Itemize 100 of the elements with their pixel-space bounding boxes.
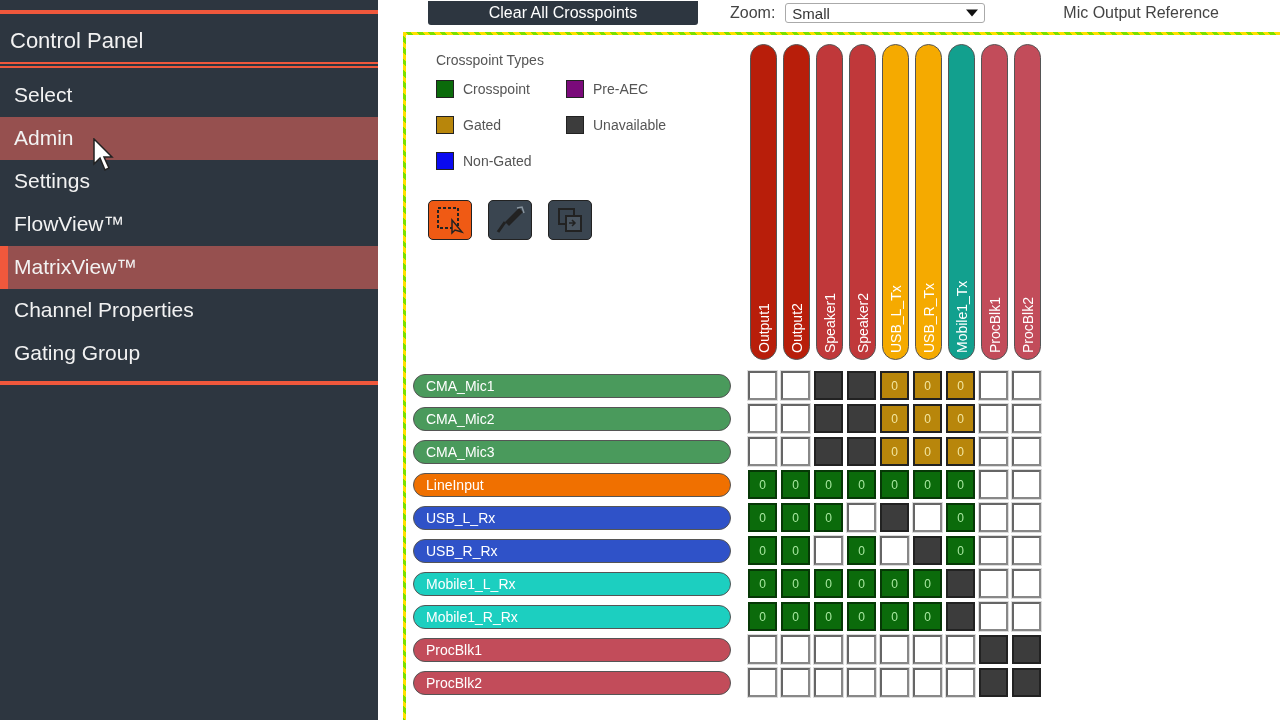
crosspoint-cell[interactable] (979, 404, 1008, 433)
zoom-dropdown[interactable]: Small (785, 3, 986, 23)
crosspoint-cell[interactable] (814, 404, 843, 433)
tool-button[interactable] (488, 200, 532, 240)
crosspoint-cell[interactable]: 0 (946, 536, 975, 565)
crosspoint-cell[interactable]: 0 (913, 602, 942, 631)
crosspoint-cell[interactable] (748, 668, 777, 697)
crosspoint-cell[interactable] (1012, 437, 1041, 466)
crosspoint-cell[interactable]: 0 (880, 569, 909, 598)
crosspoint-cell[interactable] (748, 437, 777, 466)
crosspoint-cell[interactable]: 0 (781, 602, 810, 631)
crosspoint-cell[interactable] (880, 503, 909, 532)
crosspoint-cell[interactable] (979, 503, 1008, 532)
crosspoint-cell[interactable]: 0 (748, 503, 777, 532)
crosspoint-cell[interactable] (1012, 668, 1041, 697)
crosspoint-cell[interactable]: 0 (748, 602, 777, 631)
crosspoint-cell[interactable] (979, 569, 1008, 598)
crosspoint-cell[interactable]: 0 (946, 371, 975, 400)
crosspoint-cell[interactable] (847, 503, 876, 532)
crosspoint-cell[interactable] (1012, 470, 1041, 499)
crosspoint-cell[interactable] (1012, 536, 1041, 565)
crosspoint-cell[interactable]: 0 (946, 404, 975, 433)
menu-item[interactable]: Settings (0, 160, 378, 203)
crosspoint-cell[interactable] (979, 536, 1008, 565)
crosspoint-cell[interactable]: 0 (946, 437, 975, 466)
menu-item[interactable]: MatrixView™ (0, 246, 378, 289)
crosspoint-cell[interactable] (814, 371, 843, 400)
crosspoint-cell[interactable] (979, 371, 1008, 400)
crosspoint-cell[interactable]: 0 (748, 569, 777, 598)
crosspoint-cell[interactable] (1012, 371, 1041, 400)
crosspoint-cell[interactable] (847, 371, 876, 400)
crosspoint-cell[interactable] (880, 536, 909, 565)
crosspoint-cell[interactable]: 0 (946, 470, 975, 499)
crosspoint-cell[interactable] (946, 635, 975, 664)
crosspoint-cell[interactable] (781, 404, 810, 433)
crosspoint-cell[interactable]: 0 (781, 503, 810, 532)
crosspoint-cell[interactable]: 0 (748, 470, 777, 499)
crosspoint-cell[interactable] (748, 635, 777, 664)
crosspoint-cell[interactable] (847, 635, 876, 664)
menu-item[interactable]: Channel Properties (0, 289, 378, 332)
crosspoint-cell[interactable]: 0 (847, 602, 876, 631)
crosspoint-cell[interactable] (979, 668, 1008, 697)
crosspoint-cell[interactable] (1012, 602, 1041, 631)
crosspoint-cell[interactable]: 0 (880, 371, 909, 400)
tool-button[interactable] (428, 200, 472, 240)
menu-item[interactable]: FlowView™ (0, 203, 378, 246)
menu-item[interactable]: Select (0, 74, 378, 117)
crosspoint-cell[interactable] (913, 536, 942, 565)
crosspoint-cell[interactable]: 0 (781, 536, 810, 565)
crosspoint-cell[interactable] (814, 437, 843, 466)
crosspoint-cell[interactable] (1012, 569, 1041, 598)
crosspoint-cell[interactable] (946, 602, 975, 631)
crosspoint-cell[interactable] (814, 635, 843, 664)
crosspoint-cell[interactable]: 0 (781, 470, 810, 499)
crosspoint-cell[interactable]: 0 (814, 470, 843, 499)
crosspoint-cell[interactable]: 0 (814, 503, 843, 532)
crosspoint-cell[interactable]: 0 (814, 569, 843, 598)
crosspoint-cell[interactable] (1012, 404, 1041, 433)
crosspoint-cell[interactable] (847, 668, 876, 697)
crosspoint-cell[interactable] (781, 635, 810, 664)
crosspoint-cell[interactable] (781, 371, 810, 400)
crosspoint-cell[interactable] (847, 437, 876, 466)
clear-all-button[interactable]: Clear All Crosspoints (428, 1, 698, 25)
crosspoint-cell[interactable]: 0 (880, 602, 909, 631)
crosspoint-cell[interactable] (979, 602, 1008, 631)
menu-item[interactable]: Admin (0, 117, 378, 160)
crosspoint-cell[interactable]: 0 (847, 569, 876, 598)
crosspoint-cell[interactable]: 0 (880, 437, 909, 466)
crosspoint-cell[interactable] (913, 503, 942, 532)
crosspoint-cell[interactable]: 0 (781, 569, 810, 598)
crosspoint-cell[interactable]: 0 (847, 470, 876, 499)
crosspoint-cell[interactable] (814, 536, 843, 565)
crosspoint-cell[interactable]: 0 (913, 437, 942, 466)
crosspoint-cell[interactable] (880, 635, 909, 664)
crosspoint-cell[interactable]: 0 (880, 470, 909, 499)
crosspoint-cell[interactable] (913, 635, 942, 664)
crosspoint-cell[interactable] (979, 635, 1008, 664)
crosspoint-cell[interactable] (748, 404, 777, 433)
crosspoint-cell[interactable] (913, 668, 942, 697)
crosspoint-cell[interactable]: 0 (814, 602, 843, 631)
crosspoint-cell[interactable] (1012, 635, 1041, 664)
crosspoint-cell[interactable]: 0 (913, 470, 942, 499)
crosspoint-cell[interactable] (781, 437, 810, 466)
crosspoint-cell[interactable] (814, 668, 843, 697)
crosspoint-cell[interactable] (979, 470, 1008, 499)
crosspoint-cell[interactable] (946, 569, 975, 598)
crosspoint-cell[interactable]: 0 (880, 404, 909, 433)
menu-item[interactable]: Gating Group (0, 332, 378, 375)
crosspoint-cell[interactable] (946, 668, 975, 697)
crosspoint-cell[interactable] (847, 404, 876, 433)
crosspoint-cell[interactable] (781, 668, 810, 697)
crosspoint-cell[interactable]: 0 (847, 536, 876, 565)
crosspoint-cell[interactable] (748, 371, 777, 400)
crosspoint-cell[interactable]: 0 (913, 371, 942, 400)
crosspoint-cell[interactable] (979, 437, 1008, 466)
crosspoint-cell[interactable]: 0 (748, 536, 777, 565)
crosspoint-cell[interactable] (1012, 503, 1041, 532)
crosspoint-cell[interactable]: 0 (913, 404, 942, 433)
crosspoint-cell[interactable] (880, 668, 909, 697)
crosspoint-cell[interactable]: 0 (946, 503, 975, 532)
